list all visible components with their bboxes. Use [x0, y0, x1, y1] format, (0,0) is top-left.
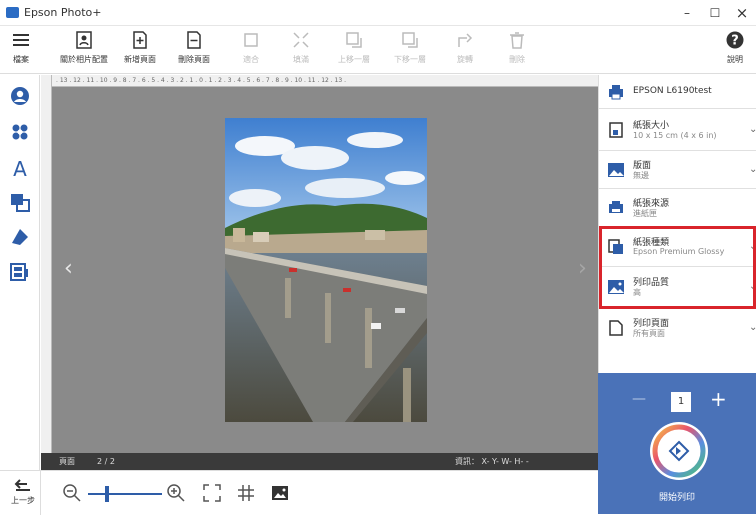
undo-label: 上一步: [11, 496, 35, 505]
fit-to-screen-icon[interactable]: [202, 483, 222, 503]
layout-frame-icon[interactable]: [8, 261, 32, 283]
paper-size-setting[interactable]: 紙張大小 10 x 15 cm (4 x 6 in) ⌄: [599, 109, 756, 151]
print-start-icon: [650, 422, 708, 480]
fill-label: 填滿: [293, 55, 309, 64]
bring-forward-button[interactable]: 上移一層: [334, 28, 374, 72]
left-sidebar: A: [0, 75, 40, 470]
undo-arrow-icon: [14, 479, 30, 491]
vertical-ruler: [41, 75, 52, 453]
print-button-label: 開始列印: [658, 493, 695, 503]
title-bar: Epson Photo+ – ☐ ×: [0, 0, 756, 26]
bridge-photo-image: [225, 118, 427, 422]
close-button[interactable]: ×: [731, 4, 753, 22]
print-button[interactable]: [649, 421, 709, 481]
chevron-down-icon: ⌄: [749, 322, 756, 333]
delete-page-label: 刪除頁面: [178, 55, 210, 64]
photo-layout-icon: [76, 31, 92, 49]
help-icon: ?: [726, 31, 744, 49]
bring-forward-icon: [346, 32, 362, 48]
zoom-slider-track[interactable]: [88, 493, 162, 495]
send-backward-label: 下移一層: [394, 55, 426, 64]
maximize-button[interactable]: ☐: [704, 4, 726, 22]
undo-button[interactable]: 上一步: [6, 475, 40, 511]
fit-button[interactable]: 適合: [234, 28, 268, 72]
page-counter: 2 / 2: [97, 457, 115, 466]
decrease-copies-button[interactable]: —: [632, 391, 646, 407]
printer-icon: [609, 85, 623, 100]
fill-button[interactable]: 填滿: [284, 28, 318, 72]
layout-setting-value: 無邊: [633, 171, 649, 180]
copies-input[interactable]: 1: [671, 392, 691, 412]
text-icon[interactable]: A: [8, 157, 32, 179]
increase-copies-button[interactable]: +: [710, 387, 727, 411]
photo-preview[interactable]: [225, 118, 427, 422]
grid-icon[interactable]: [236, 483, 256, 503]
add-page-button[interactable]: 新增頁面: [120, 28, 160, 72]
prev-page-arrow-icon[interactable]: ‹: [64, 256, 73, 281]
toolbar: 檔案 關於相片配置 新增頁面 刪除頁面 適合 填滿 上移一層 下移一層 旋轉 刪…: [0, 26, 756, 74]
minimize-button[interactable]: –: [676, 4, 698, 22]
person-icon[interactable]: [8, 85, 32, 107]
info-readout: 資訊： X- Y- W- H- -: [455, 457, 529, 466]
print-settings-panel: EPSON L6190test 紙張大小 10 x 15 cm (4 x 6 i…: [598, 75, 756, 373]
send-backward-button[interactable]: 下移一層: [390, 28, 430, 72]
zoom-out-icon[interactable]: [62, 483, 82, 503]
paper-tray-icon: [609, 201, 623, 213]
bottom-bar: 上一步: [0, 470, 598, 515]
paper-size-value: 10 x 15 cm (4 x 6 in): [633, 131, 717, 140]
rotate-button[interactable]: 旋轉: [448, 28, 482, 72]
print-action-panel: — 1 + 開始列印: [598, 373, 756, 514]
menu-button[interactable]: 檔案: [6, 28, 36, 72]
bring-forward-label: 上移一層: [338, 55, 370, 64]
page-label: 頁面: [59, 457, 75, 466]
trash-icon: [510, 32, 524, 49]
svg-text:A: A: [13, 157, 27, 179]
add-page-label: 新增頁面: [124, 55, 156, 64]
layout-label: 關於相片配置: [60, 55, 108, 64]
svg-text:?: ?: [731, 34, 739, 49]
shape-icon[interactable]: [8, 191, 32, 213]
paper-size-label: 紙張大小: [633, 121, 670, 131]
app-icon: [6, 7, 19, 18]
background-image-icon[interactable]: [270, 483, 290, 503]
printer-select[interactable]: EPSON L6190test: [599, 75, 756, 109]
fill-bucket-icon[interactable]: [8, 225, 32, 247]
delete-page-icon: [187, 31, 201, 49]
rotate-icon: [458, 33, 473, 47]
borderless-layout-icon: [608, 163, 624, 177]
stamp-icon[interactable]: [8, 121, 32, 143]
print-pages-setting[interactable]: 列印頁面 所有頁面 ⌄: [599, 307, 756, 349]
help-label: 說明: [727, 55, 743, 64]
printer-name: EPSON L6190test: [633, 86, 712, 96]
delete-label: 刪除: [509, 55, 525, 64]
layout-setting[interactable]: 版面 無邊 ⌄: [599, 151, 756, 189]
paper-source-value: 進紙匣: [633, 209, 657, 218]
window-title: Epson Photo+: [24, 6, 102, 19]
zoom-slider-thumb[interactable]: [104, 486, 109, 502]
paper-source-setting[interactable]: 紙張來源 進紙匣: [599, 189, 756, 227]
fit-label: 適合: [243, 55, 259, 64]
highlight-box: [599, 226, 756, 309]
divider: [40, 471, 41, 515]
chevron-down-icon: ⌄: [749, 124, 756, 135]
menu-label: 檔案: [13, 55, 29, 64]
delete-button[interactable]: 刪除: [500, 28, 534, 72]
rotate-label: 旋轉: [457, 55, 473, 64]
hamburger-menu-icon: [13, 34, 29, 46]
delete-page-button[interactable]: 刪除頁面: [174, 28, 214, 72]
add-page-icon: [133, 31, 147, 49]
print-pages-value: 所有頁面: [633, 329, 665, 338]
fill-icon: [293, 32, 309, 48]
fit-icon: [244, 33, 258, 47]
layout-button[interactable]: 關於相片配置: [56, 28, 112, 72]
paper-size-icon: [609, 122, 623, 138]
horizontal-ruler: . 13 . 12 . 11 . 10 . 9 . 8 . 7 . 6 . 5 …: [52, 75, 598, 87]
help-button[interactable]: ? 說明: [720, 28, 750, 72]
page-icon: [609, 320, 623, 336]
chevron-down-icon: ⌄: [749, 164, 756, 175]
send-backward-icon: [402, 32, 418, 48]
zoom-in-icon[interactable]: [166, 483, 186, 503]
next-page-arrow-icon[interactable]: ›: [578, 256, 587, 281]
status-bar: 頁面 2 / 2 資訊： X- Y- W- H- -: [41, 453, 598, 470]
